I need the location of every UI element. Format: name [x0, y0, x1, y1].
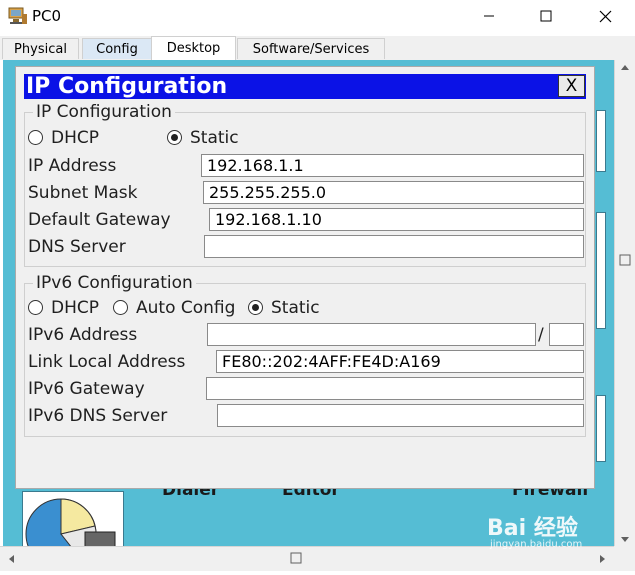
- ipv6-static-label: Static: [271, 298, 320, 318]
- scrollbar-corner: [614, 546, 635, 571]
- subnet-mask-field[interactable]: 255.255.255.0: [203, 181, 584, 204]
- ipv6-dns-label: IPv6 DNS Server: [28, 406, 168, 426]
- ipv6-auto-config-label: Auto Config: [136, 298, 236, 318]
- desktop-app-card: [596, 110, 606, 172]
- scroll-arrows-icon: [9, 552, 605, 564]
- dialog-header: IP Configuration: [24, 74, 586, 99]
- watermark-url: jingyan.baidu.com: [490, 539, 583, 550]
- ipv6-dhcp-radio[interactable]: [28, 300, 43, 315]
- desktop-app-tile[interactable]: [22, 491, 124, 548]
- ipv6-gateway-field[interactable]: [206, 377, 584, 400]
- desktop-app-card: [596, 212, 606, 329]
- pc-app-icon: [8, 7, 27, 24]
- dns-server-label: DNS Server: [28, 237, 126, 257]
- tab-software-services[interactable]: Software/Services: [237, 38, 385, 59]
- window-title: PC0: [32, 7, 62, 25]
- close-icon: [599, 10, 611, 22]
- minimize-button[interactable]: [467, 0, 511, 32]
- ip-address-field[interactable]: 192.168.1.1: [201, 154, 584, 177]
- pie-app-icon: [25, 498, 116, 547]
- ipv6-dns-field[interactable]: [217, 404, 584, 427]
- maximize-button[interactable]: [524, 0, 568, 32]
- watermark-logo: Bai 经验: [487, 516, 578, 541]
- link-local-field[interactable]: FE80::202:4AFF:FE4D:A169: [216, 350, 584, 373]
- vertical-scrollbar[interactable]: [614, 60, 635, 546]
- ipv4-static-label: Static: [190, 128, 239, 148]
- close-window-button[interactable]: [583, 0, 627, 32]
- ipv6-auto-config-radio[interactable]: [113, 300, 128, 315]
- dialog-title: IP Configuration: [26, 74, 228, 99]
- window-titlebar: PC0: [0, 0, 635, 34]
- minimize-icon: [484, 15, 494, 17]
- ipv6-address-label: IPv6 Address: [28, 325, 138, 345]
- tab-desktop[interactable]: Desktop: [151, 36, 236, 60]
- ipv4-static-radio[interactable]: [167, 130, 182, 145]
- tab-physical[interactable]: Physical: [2, 38, 79, 59]
- prefix-separator: /: [538, 325, 544, 345]
- ipv6-group-title: IPv6 Configuration: [33, 273, 196, 293]
- dns-server-field[interactable]: [204, 235, 584, 258]
- scroll-arrows-icon: [619, 65, 631, 542]
- desktop-app-card: [596, 395, 606, 462]
- ipv4-dhcp-label: DHCP: [51, 128, 99, 148]
- dialog-close-button[interactable]: X: [558, 75, 585, 97]
- ipv6-static-radio[interactable]: [248, 300, 263, 315]
- maximize-icon: [540, 10, 552, 22]
- tab-config[interactable]: Config: [82, 38, 152, 59]
- ipv4-dhcp-radio[interactable]: [28, 130, 43, 145]
- ipv4-group-title: IP Configuration: [33, 102, 175, 122]
- ipv6-prefix-length-field[interactable]: [549, 323, 584, 346]
- ip-address-label: IP Address: [28, 156, 117, 176]
- ipv6-address-field[interactable]: [207, 323, 536, 346]
- ipv6-dhcp-label: DHCP: [51, 298, 99, 318]
- ipv6-gateway-label: IPv6 Gateway: [28, 379, 145, 399]
- default-gateway-label: Default Gateway: [28, 210, 171, 230]
- default-gateway-field[interactable]: 192.168.1.10: [209, 208, 584, 231]
- subnet-mask-label: Subnet Mask: [28, 183, 138, 203]
- link-local-label: Link Local Address: [28, 352, 186, 372]
- tab-bar: Physical Config Desktop Software/Service…: [0, 36, 635, 60]
